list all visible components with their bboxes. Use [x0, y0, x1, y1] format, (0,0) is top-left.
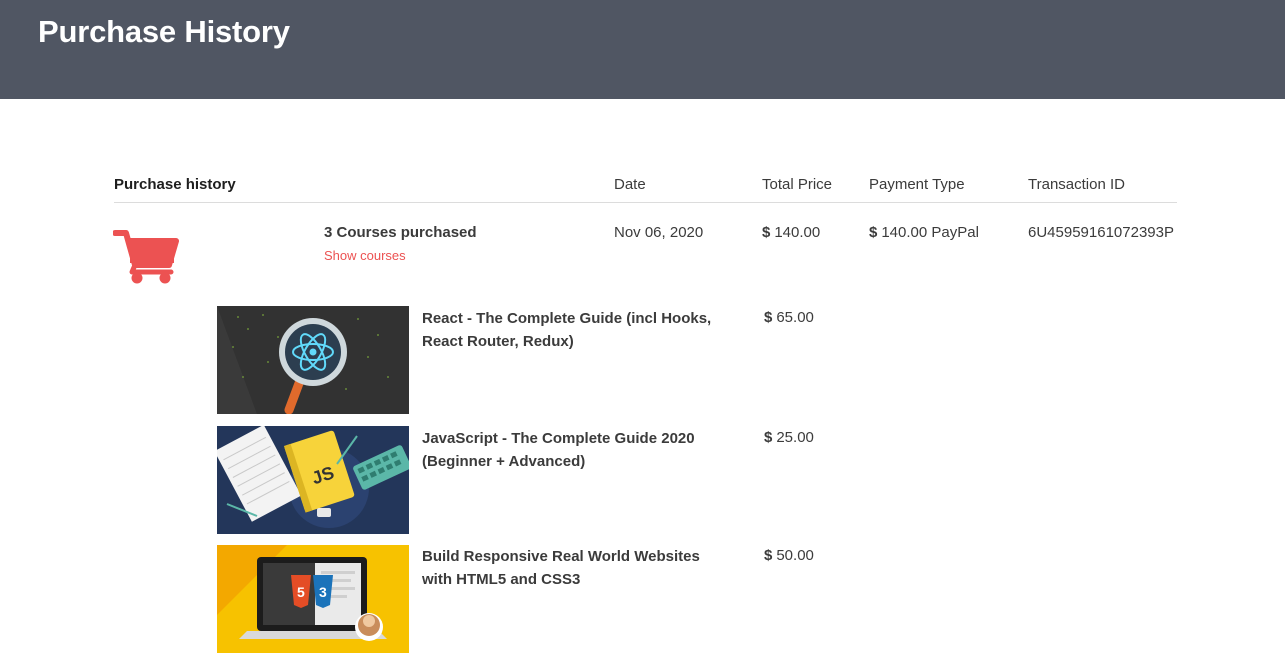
react-logo-icon — [217, 306, 409, 414]
column-header-date: Date — [614, 176, 646, 193]
currency-symbol: $ — [764, 547, 773, 564]
column-header-total-price: Total Price — [762, 176, 833, 193]
svg-text:5: 5 — [297, 584, 305, 600]
purchase-payment-type: $140.00 PayPal — [869, 224, 979, 241]
currency-symbol: $ — [764, 429, 773, 446]
course-price-html-css: $50.00 — [764, 547, 814, 564]
show-courses-link[interactable]: Show courses — [324, 248, 406, 263]
table-divider — [114, 202, 1177, 203]
purchase-total-price: $140.00 — [762, 224, 820, 241]
course-price-value: 65.00 — [776, 309, 814, 326]
course-thumbnail-javascript[interactable]: JS — [217, 426, 409, 534]
page-title: Purchase History — [38, 14, 290, 49]
course-price-react: $65.00 — [764, 309, 814, 326]
currency-symbol: $ — [764, 309, 773, 326]
purchase-date: Nov 06, 2020 — [614, 224, 704, 241]
column-header-transaction-id: Transaction ID — [1028, 176, 1125, 193]
course-title-html-css[interactable]: Build Responsive Real World Websites wit… — [422, 545, 712, 591]
course-thumbnail-html-css[interactable]: 5 3 — [217, 545, 409, 653]
laptop-html5-css3-icon: 5 3 — [217, 545, 409, 653]
currency-symbol: $ — [762, 224, 771, 241]
payment-value: 140.00 PayPal — [881, 224, 979, 241]
course-title-javascript[interactable]: JavaScript - The Complete Guide 2020 (Be… — [422, 427, 712, 473]
page-header: Purchase History — [0, 0, 1285, 99]
currency-symbol: $ — [869, 224, 878, 241]
column-header-purchase-history: Purchase history — [114, 176, 236, 193]
javascript-notebook-icon: JS — [217, 426, 409, 528]
shopping-cart-icon — [113, 230, 179, 284]
purchase-transaction-id: 6U45959161072393P — [1028, 224, 1174, 241]
svg-text:3: 3 — [319, 584, 327, 600]
course-price-value: 50.00 — [776, 547, 814, 564]
purchase-summary: 3 Courses purchased — [324, 224, 477, 241]
course-price-javascript: $25.00 — [764, 429, 814, 446]
total-price-value: 140.00 — [774, 224, 821, 241]
course-title-react[interactable]: React - The Complete Guide (incl Hooks, … — [422, 307, 712, 353]
column-header-payment-type: Payment Type — [869, 176, 965, 193]
course-thumbnail-react[interactable] — [217, 306, 409, 414]
course-price-value: 25.00 — [776, 429, 814, 446]
